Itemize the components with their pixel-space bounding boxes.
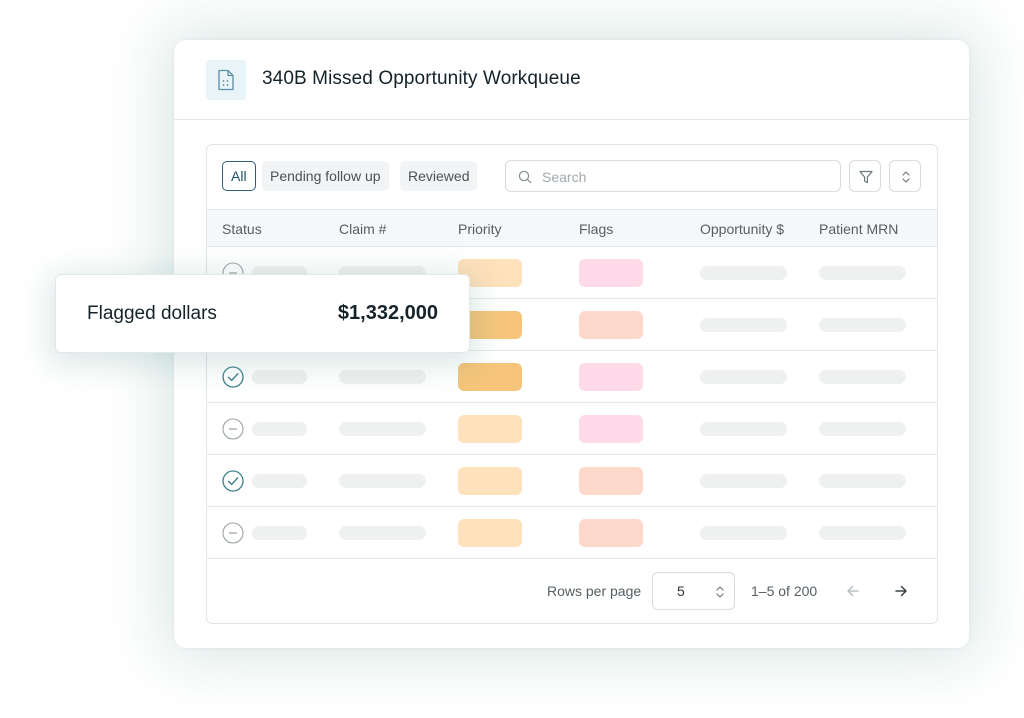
minus-circle-icon (222, 522, 244, 544)
search-input[interactable] (540, 167, 824, 187)
previous-page-button[interactable] (842, 580, 864, 602)
flagged-dollars-card: Flagged dollars $1,332,000 (55, 274, 470, 353)
placeholder-bar (700, 422, 787, 436)
check-circle-icon (222, 470, 244, 492)
placeholder-bar (252, 422, 307, 436)
flag-chip (579, 415, 643, 443)
column-header-patient-mrn[interactable]: Patient MRN (819, 221, 898, 237)
page-title: 340B Missed Opportunity Workqueue (262, 68, 581, 89)
placeholder-bar (252, 474, 307, 488)
column-header-claim[interactable]: Claim # (339, 221, 386, 237)
placeholder-bar (339, 474, 426, 488)
placeholder-bar (700, 318, 787, 332)
placeholder-bar (700, 370, 787, 384)
toolbar: All Pending follow up Reviewed (207, 145, 937, 209)
placeholder-bar (339, 422, 426, 436)
flag-chip (579, 519, 643, 547)
search-icon (518, 170, 532, 184)
priority-chip (458, 519, 522, 547)
filter-button[interactable] (849, 160, 881, 192)
flag-chip (579, 467, 643, 495)
placeholder-bar (819, 474, 906, 488)
column-header-opportunity[interactable]: Opportunity $ (700, 221, 784, 237)
rows-per-page-select[interactable]: 5 (652, 572, 735, 610)
pagination-range: 1–5 of 200 (751, 583, 818, 599)
sort-button[interactable] (889, 160, 921, 192)
placeholder-bar (252, 526, 307, 540)
arrow-left-icon (847, 585, 859, 597)
flagged-dollars-label: Flagged dollars (87, 303, 217, 324)
column-header-status[interactable]: Status (222, 221, 262, 237)
priority-chip (458, 467, 522, 495)
table-row[interactable] (207, 351, 937, 403)
table-row[interactable] (207, 403, 937, 455)
table-row[interactable] (207, 507, 937, 559)
sort-icon (902, 171, 910, 183)
placeholder-bar (819, 370, 906, 384)
card-header: 340B Missed Opportunity Workqueue (174, 40, 969, 120)
table-header: Status Claim # Priority Flags Opportunit… (207, 209, 937, 247)
placeholder-bar (819, 422, 906, 436)
placeholder-bar (819, 266, 906, 280)
next-page-button[interactable] (890, 580, 912, 602)
flag-chip (579, 259, 643, 287)
tab-reviewed[interactable]: Reviewed (400, 161, 478, 191)
arrow-right-icon (895, 585, 907, 597)
flagged-dollars-value: $1,332,000 (337, 302, 438, 324)
tab-pending-follow-up[interactable]: Pending follow up (262, 161, 389, 191)
placeholder-bar (339, 526, 426, 540)
priority-chip (458, 363, 522, 391)
column-header-flags[interactable]: Flags (579, 221, 613, 237)
column-header-priority[interactable]: Priority (458, 221, 502, 237)
chevron-updown-icon (716, 586, 724, 598)
flag-chip (579, 311, 643, 339)
rows-per-page-label: Rows per page (547, 583, 642, 599)
table-panel: All Pending follow up Reviewed Search St… (206, 144, 938, 624)
minus-circle-icon (222, 418, 244, 440)
filter-icon (859, 170, 873, 184)
priority-chip (458, 415, 522, 443)
pagination-footer: Rows per page 5 1–5 of 200 (207, 559, 937, 623)
check-circle-icon (222, 366, 244, 388)
tab-all[interactable]: All (222, 161, 256, 191)
placeholder-bar (700, 474, 787, 488)
document-icon (206, 60, 246, 100)
placeholder-bar (819, 318, 906, 332)
placeholder-bar (819, 526, 906, 540)
rows-per-page-value: 5 (677, 583, 685, 599)
flag-chip (579, 363, 643, 391)
placeholder-bar (252, 370, 307, 384)
placeholder-bar (700, 526, 787, 540)
placeholder-bar (700, 266, 787, 280)
table-row[interactable] (207, 455, 937, 507)
placeholder-bar (339, 370, 426, 384)
search-box[interactable] (505, 160, 841, 192)
